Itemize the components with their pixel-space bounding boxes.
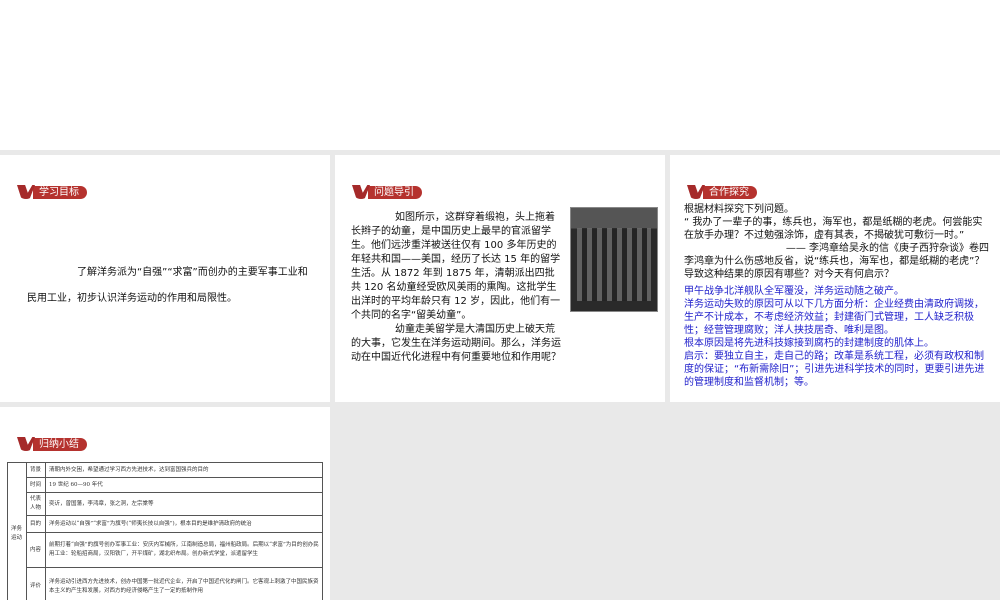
intro-paragraph-1: 如图所示，这群穿着缎袍，头上拖着长辫子的幼童，是中国历史上最早的官派留学生。他们… bbox=[351, 212, 561, 321]
panel-question-intro: 问题导引 如图所示，这群穿着缎袍，头上拖着长辫子的幼童，是中国历史上最早的官派留… bbox=[335, 155, 665, 402]
inquiry-lead: 根据材料探究下列问题。 bbox=[684, 204, 794, 215]
answer-line: 甲午战争北洋舰队全军覆没，洋务运动随之破产。 bbox=[684, 286, 904, 297]
row-key: 内容 bbox=[26, 532, 46, 568]
section-title: 归纳小结 bbox=[33, 437, 87, 451]
panel-summary: 归纳小结 洋务运动 背景 清朝内外交困，希望通过学习西方先进技术，达到富国强兵的目的… bbox=[0, 407, 330, 600]
panel-learning-goals: 学习目标 了解洋务派为“自强”“求富”而创办的主要军事工业和民用工业，初步认识洋… bbox=[0, 155, 330, 402]
inquiry-question: 李鸿章为什么伤感地反省，说“练兵也，海军也，都是纸糊的老虎”？导致这种结果的原因… bbox=[684, 256, 985, 280]
answer-line: 启示：要独立自主，走自己的路；改革是系统工程，必须有政权和制度的保证；“布新需除… bbox=[684, 351, 985, 388]
row-value: 清朝内外交困，希望通过学习西方先进技术，达到富国强兵的目的 bbox=[45, 462, 323, 478]
answer-line: 洋务运动失败的原因可从以下几方面分析：企业经费由清政府调拨，生产不计成本，不考虑… bbox=[684, 299, 984, 336]
section-title: 学习目标 bbox=[33, 185, 87, 199]
goals-text: 了解洋务派为“自强”“求富”而创办的主要军事工业和民用工业，初步认识洋务运动的作… bbox=[27, 267, 308, 304]
section-badge: 学习目标 bbox=[17, 185, 87, 199]
table-row: 洋务运动 背景 清朝内外交困，希望通过学习西方先进技术，达到富国强兵的目的 bbox=[7, 462, 323, 600]
row-key: 背景 bbox=[26, 462, 46, 478]
table-row: 目的 洋务运动以“自强”“求富”为旗号(“师夷长技以自强”)，根本目的是维护清政府… bbox=[8, 515, 323, 533]
row-key: 时间 bbox=[26, 477, 46, 493]
row-key: 代表人物 bbox=[26, 492, 46, 516]
row-value: 19 世纪 60—90 年代 bbox=[45, 477, 323, 493]
blank-slide-area bbox=[0, 0, 1000, 150]
section-title: 问题导引 bbox=[368, 185, 422, 199]
row-value: 洋务运动以“自强”“求富”为旗号(“师夷长技以自强”)，根本目的是维护清政府的统… bbox=[45, 515, 323, 533]
summary-table: 洋务运动 背景 清朝内外交困，希望通过学习西方先进技术，达到富国强兵的目的 时间 19… bbox=[7, 462, 323, 600]
row-value: 洋务运动引进西方先进技术，创办中国第一批近代企业，开启了中国近代化的闸门。它客观… bbox=[45, 567, 323, 600]
section-badge: 问题导引 bbox=[352, 185, 422, 199]
intro-paragraph-2: 幼童走美留学是大清国历史上破天荒的大事，它发生在洋务运动期间。那么，洋务运动在中… bbox=[351, 324, 561, 363]
row-value: 前期打着“自强”的旗号创办军事工业：安庆内军械所，江南制造总局，福州船政局。后期… bbox=[45, 532, 323, 568]
section-badge: 归纳小结 bbox=[17, 437, 87, 451]
group-cell: 洋务运动 bbox=[7, 462, 27, 600]
row-value: 奕䜣，曾国藩，李鸿章，张之洞，左宗棠等 bbox=[45, 492, 323, 516]
table-row: 时间 19 世纪 60—90 年代 bbox=[8, 477, 323, 493]
quote-source: —— 李鸿章给吴永的信《庚子西狩杂谈》卷四 bbox=[785, 243, 989, 254]
answer-line: 根本原因是将先进科技嫁接到腐朽的封建制度的肌体上。 bbox=[684, 338, 934, 349]
students-photo bbox=[570, 207, 658, 312]
table-row: 评价 洋务运动引进西方先进技术，创办中国第一批近代企业，开启了中国近代化的闸门。它… bbox=[8, 567, 323, 600]
table-row: 代表人物 奕䜣，曾国藩，李鸿章，张之洞，左宗棠等 bbox=[8, 492, 323, 516]
table-row: 内容 前期打着“自强”的旗号创办军事工业：安庆内军械所，江南制造总局，福州船政局。… bbox=[8, 532, 323, 568]
section-badge: 合作探究 bbox=[687, 185, 757, 199]
panel-cooperative-inquiry: 合作探究 根据材料探究下列问题。 “ 我办了一辈子的事，练兵也，海军也，都是纸糊… bbox=[670, 155, 1000, 402]
section-title: 合作探究 bbox=[703, 185, 757, 199]
inquiry-material: 根据材料探究下列问题。 “ 我办了一辈子的事，练兵也，海军也，都是纸糊的老虎。何… bbox=[684, 203, 989, 389]
answers: 甲午战争北洋舰队全军覆没，洋务运动随之破产。 洋务运动失败的原因可从以下几方面分… bbox=[684, 285, 989, 389]
row-key: 评价 bbox=[26, 567, 46, 600]
inquiry-quote: “ 我办了一辈子的事，练兵也，海军也，都是纸糊的老虎。何尝能实在放手办理？不过勉… bbox=[684, 217, 983, 241]
row-key: 目的 bbox=[26, 515, 46, 533]
